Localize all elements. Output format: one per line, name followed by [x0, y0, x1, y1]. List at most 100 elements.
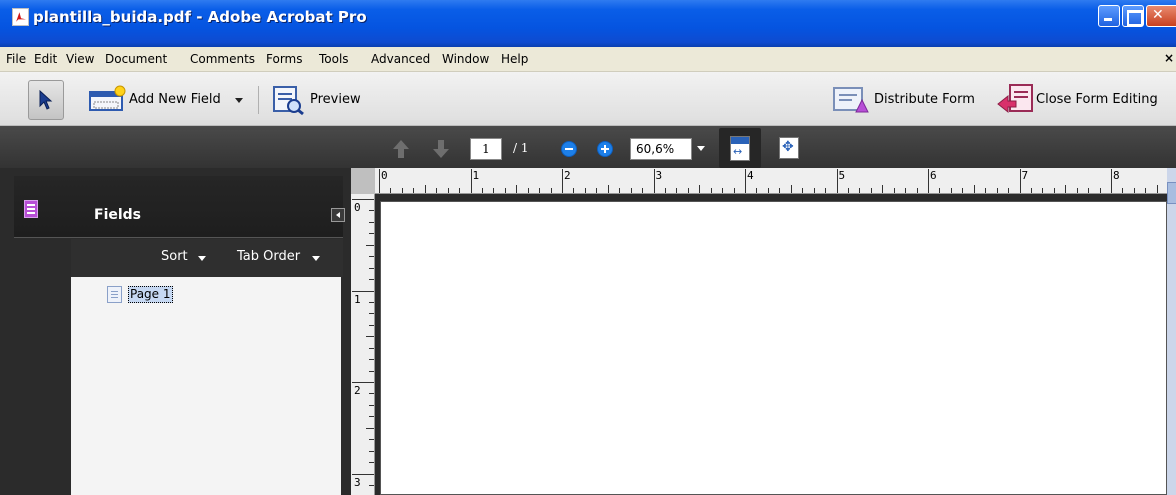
- ruler-tick: [1076, 188, 1078, 193]
- previous-page-icon[interactable]: [392, 139, 410, 159]
- preview-label: Preview: [310, 92, 361, 107]
- tree-item-page-1[interactable]: Page 1: [128, 286, 173, 303]
- ruler-tick: [596, 188, 598, 193]
- ruler-tick: [470, 169, 472, 193]
- fields-panel: Fields Sort Tab Order Page 1: [0, 168, 351, 495]
- ruler-tick: [369, 313, 374, 315]
- horizontal-ruler: 0 1 2 3 4 5 6 7 8: [375, 168, 1167, 194]
- ruler-tick: [916, 188, 918, 193]
- tab-order-button[interactable]: Tab Order: [237, 249, 300, 264]
- ruler-tick: [664, 188, 666, 193]
- collapse-panel-button[interactable]: [331, 208, 345, 222]
- ruler-tick: [366, 427, 374, 429]
- menu-advanced[interactable]: Advanced: [371, 52, 430, 66]
- minimize-button[interactable]: [1098, 5, 1120, 27]
- fields-tree: Page 1: [71, 277, 341, 495]
- close-form-editing-label: Close Form Editing: [1036, 92, 1158, 107]
- menu-tools[interactable]: Tools: [319, 52, 349, 66]
- zoom-level-input[interactable]: 60,6%: [630, 138, 692, 160]
- vertical-scrollbar[interactable]: [1167, 168, 1176, 495]
- ruler-tick: [352, 199, 374, 200]
- page-total-label: / 1: [513, 141, 529, 155]
- ruler-tick: [413, 188, 415, 193]
- ruler-tick: [802, 188, 804, 193]
- preview-button[interactable]: Preview: [268, 80, 368, 120]
- zoom-out-icon[interactable]: [561, 141, 577, 157]
- ruler-label: 8: [1113, 169, 1120, 182]
- toolbar-divider: [258, 86, 259, 114]
- acrobat-pdf-icon: [12, 8, 29, 26]
- chevron-down-icon: [235, 98, 243, 103]
- zoom-dropdown-icon[interactable]: [697, 146, 705, 151]
- fields-list-icon: [24, 200, 38, 218]
- ruler-tick: [813, 188, 815, 193]
- ruler-tick: [1133, 188, 1135, 193]
- next-page-icon[interactable]: [432, 139, 450, 159]
- ruler-tick: [1156, 185, 1158, 193]
- ruler-label: 7: [1021, 169, 1029, 182]
- pdf-page[interactable]: [380, 201, 1167, 495]
- ruler-tick: [859, 188, 861, 193]
- menu-forms[interactable]: Forms: [266, 52, 302, 66]
- ruler-tick: [369, 393, 374, 395]
- ruler-tick: [379, 169, 380, 193]
- ruler-label: 1: [472, 169, 480, 182]
- ruler-tick: [825, 188, 827, 193]
- add-new-field-button[interactable]: Add New Field: [86, 80, 246, 120]
- fit-width-button[interactable]: [719, 128, 761, 168]
- ruler-tick: [607, 185, 609, 193]
- close-form-editing-button[interactable]: Close Form Editing: [994, 80, 1164, 120]
- ruler-tick: [1053, 188, 1055, 193]
- ruler-tick: [699, 185, 701, 193]
- page-number-input[interactable]: 1: [470, 138, 502, 160]
- ruler-tick: [369, 416, 374, 418]
- arrow-cursor-icon: [39, 90, 53, 110]
- distribute-form-icon: [833, 87, 869, 113]
- sort-button[interactable]: Sort: [161, 249, 188, 264]
- ruler-tick: [369, 359, 374, 361]
- page-navigation-bar: 1 / 1 60,6%: [0, 126, 1176, 168]
- menu-window[interactable]: Window: [442, 52, 489, 66]
- ruler-tick: [366, 336, 374, 338]
- ruler-tick: [447, 188, 449, 193]
- menu-file[interactable]: File: [6, 52, 26, 66]
- menu-edit[interactable]: Edit: [34, 52, 57, 66]
- ruler-tick: [369, 450, 374, 452]
- close-window-button[interactable]: [1146, 5, 1176, 27]
- ruler-tick: [687, 188, 689, 193]
- maximize-button[interactable]: [1122, 5, 1144, 27]
- ruler-label: 2: [354, 384, 361, 397]
- page-icon: [107, 286, 122, 303]
- ruler-tick: [516, 185, 518, 193]
- ruler-tick: [369, 279, 374, 281]
- close-document-button[interactable]: ×: [1164, 51, 1174, 65]
- ruler-tick: [1042, 188, 1044, 193]
- ruler-tick: [779, 188, 781, 193]
- ruler-tick: [653, 169, 655, 193]
- ruler-tick: [573, 188, 575, 193]
- ruler-label: 1: [354, 292, 361, 306]
- ruler-tick: [504, 188, 506, 193]
- distribute-form-button[interactable]: Distribute Form: [830, 80, 978, 120]
- zoom-in-icon[interactable]: [597, 141, 613, 157]
- ruler-label: 0: [354, 201, 361, 214]
- ruler-label: 5: [838, 169, 846, 182]
- fit-page-icon[interactable]: [779, 137, 799, 159]
- ruler-tick: [352, 290, 374, 292]
- ruler-tick: [539, 188, 541, 193]
- ruler-tick: [1019, 169, 1021, 193]
- ruler-tick: [369, 256, 374, 258]
- ruler-tick: [1099, 188, 1101, 193]
- menu-document[interactable]: Document: [105, 52, 167, 66]
- menu-view[interactable]: View: [66, 52, 94, 66]
- ruler-tick: [369, 347, 374, 349]
- ruler-tick: [836, 169, 838, 193]
- select-tool-button[interactable]: [28, 80, 64, 120]
- menu-help[interactable]: Help: [501, 52, 528, 66]
- menu-comments[interactable]: Comments: [190, 52, 255, 66]
- ruler-tick: [619, 188, 621, 193]
- ruler-tick: [481, 188, 483, 193]
- ruler-tick: [1065, 185, 1067, 193]
- ruler-tick: [390, 188, 392, 193]
- ruler-tick: [584, 188, 586, 193]
